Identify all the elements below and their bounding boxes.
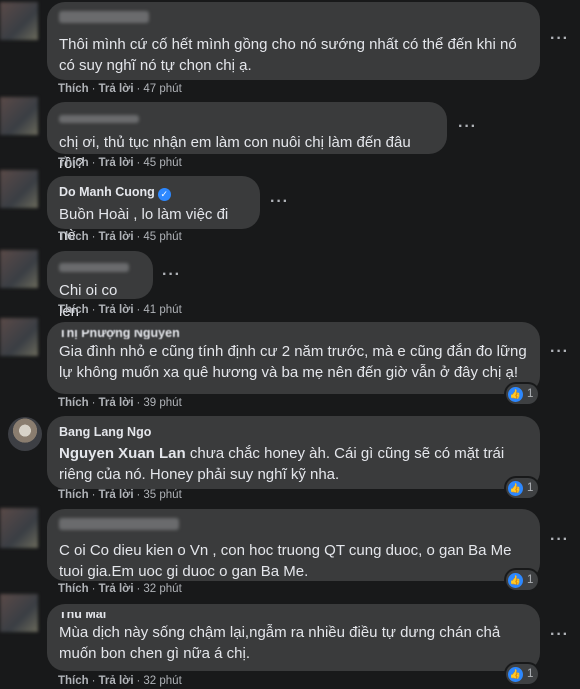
comment-time[interactable]: 41 phút	[143, 304, 181, 316]
verified-badge-icon: ✓	[157, 188, 171, 201]
comment-actions: Thích · Trả lời · 47 phút	[58, 83, 182, 95]
like-button[interactable]: Thích	[58, 583, 89, 595]
comment-actions: Thích · Trả lời · 45 phút	[58, 157, 182, 169]
comment-text: Mùa dịch này sống chậm lại,ngẫm ra nhiều…	[59, 624, 501, 662]
avatar[interactable]	[0, 508, 38, 548]
comment-text: Gia đình nhỏ e cũng tính định cư 2 năm t…	[59, 343, 527, 381]
reaction-count[interactable]: 👍 1	[506, 664, 539, 684]
commenter-name[interactable]: Do Manh Cuong	[59, 185, 155, 199]
reaction-count[interactable]: 👍 1	[506, 570, 539, 590]
comment-time[interactable]: 45 phút	[143, 157, 181, 169]
comment-actions: Thích · Trả lời · 32 phút	[58, 583, 182, 595]
like-button[interactable]: Thích	[58, 304, 89, 316]
comment-time[interactable]: 47 phút	[143, 83, 181, 95]
avatar[interactable]	[0, 250, 38, 288]
avatar[interactable]	[0, 2, 38, 40]
comment-actions: Thích · Trả lời · 41 phút	[58, 304, 182, 316]
reply-button[interactable]: Trả lời	[99, 675, 134, 687]
commenter-name-redacted[interactable]	[59, 263, 129, 272]
avatar[interactable]	[8, 417, 42, 451]
more-options-icon[interactable]: ···	[270, 193, 289, 211]
reaction-count[interactable]: 👍 1	[506, 384, 539, 404]
comment-time[interactable]: 32 phút	[143, 675, 181, 687]
comment-actions: Thích · Trả lời · 35 phút	[58, 489, 182, 501]
avatar[interactable]	[0, 318, 38, 356]
reply-button[interactable]: Trả lời	[99, 397, 134, 409]
like-button[interactable]: Thích	[58, 397, 89, 409]
comment-bubble: chị ơi, thủ tục nhận em làm con nuôi chị…	[47, 102, 447, 172]
like-reaction-icon: 👍	[508, 666, 523, 682]
reply-button[interactable]: Trả lời	[99, 157, 134, 169]
comment-time[interactable]: 45 phút	[143, 231, 181, 243]
avatar[interactable]	[0, 97, 38, 135]
commenter-name[interactable]: Bang Lang Ngo	[59, 424, 528, 440]
reply-button[interactable]: Trả lời	[99, 231, 134, 243]
avatar[interactable]	[0, 170, 38, 208]
comment-bubble: Do Manh Cuong ✓ Buồn Hoài , lo làm việc đ…	[47, 176, 260, 244]
like-reaction-icon: 👍	[508, 386, 523, 402]
reply-button[interactable]: Trả lời	[99, 304, 134, 316]
comment-time[interactable]: 35 phút	[143, 489, 181, 501]
commenter-name-redacted[interactable]	[59, 115, 139, 123]
reply-button[interactable]: Trả lời	[99, 83, 134, 95]
like-button[interactable]: Thích	[58, 489, 89, 501]
comment-text: C oi Co dieu kien o Vn , con hoc truong …	[59, 542, 512, 580]
more-options-icon[interactable]: ···	[162, 266, 181, 284]
more-options-icon[interactable]: ···	[550, 343, 569, 361]
commenter-name[interactable]: Thu Mai	[59, 612, 528, 620]
comment-actions: Thích · Trả lời · 45 phút	[58, 231, 182, 243]
like-reaction-icon: 👍	[508, 480, 523, 496]
comment-actions: Thích · Trả lời · 32 phút	[58, 675, 182, 687]
comment-text: Thôi mình cứ cố hết mình gồng cho nó sướ…	[59, 36, 517, 74]
comment-time[interactable]: 32 phút	[143, 583, 181, 595]
comment-actions: Thích · Trả lời · 39 phút	[58, 397, 182, 409]
reply-button[interactable]: Trả lời	[99, 583, 134, 595]
like-reaction-icon: 👍	[508, 572, 523, 588]
like-button[interactable]: Thích	[58, 231, 89, 243]
avatar[interactable]	[0, 594, 38, 632]
comment-bubble: C oi Co dieu kien o Vn , con hoc truong …	[47, 509, 540, 581]
reply-button[interactable]: Trả lời	[99, 489, 134, 501]
comment-time[interactable]: 39 phút	[143, 397, 181, 409]
more-options-icon[interactable]: ···	[550, 626, 569, 644]
more-options-icon[interactable]: ···	[458, 118, 477, 136]
commenter-name-redacted[interactable]	[59, 11, 149, 23]
like-button[interactable]: Thích	[58, 675, 89, 687]
comment-bubble: Chi oi co len	[47, 251, 153, 320]
reaction-count[interactable]: 👍 1	[506, 478, 539, 498]
comment-bubble: Bang Lang Ngo Nguyen Xuan Lan chưa chắc …	[47, 416, 540, 489]
commenter-name-redacted[interactable]	[59, 518, 179, 530]
comment-bubble: Thu Mai Mùa dịch này sống chậm lại,ngẫm …	[47, 604, 540, 671]
comment-bubble: Thị Phượng Nguyễn Gia đình nhỏ e cũng tí…	[47, 322, 540, 394]
commenter-name[interactable]: Thị Phượng Nguyễn	[59, 330, 528, 339]
more-options-icon[interactable]: ···	[550, 30, 569, 48]
more-options-icon[interactable]: ···	[550, 531, 569, 549]
like-button[interactable]: Thích	[58, 83, 89, 95]
like-button[interactable]: Thích	[58, 157, 89, 169]
comment-bubble: Thôi mình cứ cố hết mình gồng cho nó sướ…	[47, 2, 540, 80]
mention-link[interactable]: Nguyen Xuan Lan	[59, 445, 186, 462]
